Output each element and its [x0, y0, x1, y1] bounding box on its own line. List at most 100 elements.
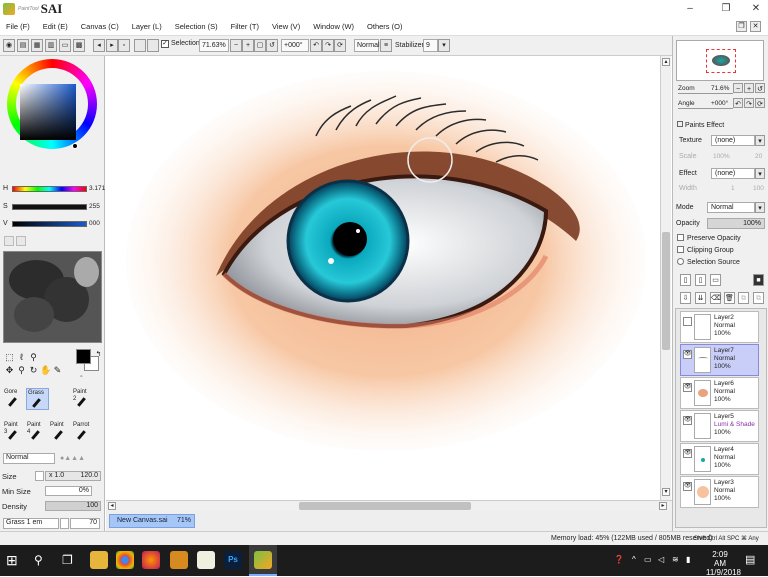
zoom-field[interactable]: 71.63% [199, 39, 229, 52]
minsize-slider[interactable]: 0% [45, 486, 92, 496]
nav-zoom-in-icon[interactable]: + [744, 83, 754, 93]
palette-icon[interactable]: ▦ [31, 39, 43, 52]
selection-source-checkbox[interactable]: Selection Source [677, 258, 740, 266]
merge-down-icon[interactable]: ⇊ [695, 292, 706, 304]
swatches-icon[interactable]: ▥ [45, 39, 57, 52]
menu-view[interactable]: View (V) [272, 22, 300, 31]
texture-select[interactable]: (none) [711, 135, 755, 146]
rotation-field[interactable]: +000° [281, 39, 309, 52]
app-icon[interactable] [197, 551, 215, 569]
horizontal-scroll-thumb[interactable] [299, 502, 471, 510]
layer-extra-icon[interactable]: ⧉ [738, 292, 749, 304]
task-view-icon[interactable]: ❐ [62, 551, 80, 569]
battery-icon[interactable]: ▮ [686, 555, 690, 564]
paints-effect-header[interactable]: Paints Effect [677, 121, 724, 129]
zoom-tool-icon[interactable]: ⚲ [16, 365, 27, 376]
scroll-right-icon[interactable]: ▸ [659, 502, 667, 510]
layer-visibility-icon[interactable]: 👁 [683, 482, 692, 491]
paint-tool-sai-taskbar-button[interactable] [249, 545, 277, 576]
transparent-color-icon[interactable]: ▫ [76, 372, 87, 383]
mdi-restore-button[interactable]: ❐ [736, 21, 747, 32]
nav-zoom-reset-icon[interactable]: ↺ [755, 83, 765, 93]
new-folder-icon[interactable]: ▭ [710, 274, 721, 286]
menu-others[interactable]: Others (O) [367, 22, 402, 31]
brush-slot-selected[interactable]: Grass [26, 388, 49, 410]
windows-start-icon[interactable]: ⊞ [6, 551, 24, 569]
color-picker-marker[interactable] [72, 143, 78, 149]
swatch-remove-icon[interactable] [16, 236, 26, 246]
rotate-left-icon[interactable]: ↶ [310, 39, 322, 52]
menu-file[interactable]: File (F) [6, 22, 30, 31]
new-layer-icon[interactable]: ▯ [680, 274, 691, 286]
mdi-close-button[interactable]: ✕ [750, 21, 761, 32]
primary-color-swatch-front[interactable] [76, 349, 91, 364]
scroll-up-icon[interactable]: ▴ [662, 58, 670, 66]
zoom-out-icon[interactable]: − [230, 39, 242, 52]
undo-icon[interactable]: ◂ [93, 39, 105, 52]
color-circle-icon[interactable]: ◉ [3, 39, 15, 52]
lasso-icon[interactable]: ℓ [16, 352, 27, 363]
layer-visibility-icon[interactable]: 👁 [683, 383, 692, 392]
size-slider[interactable]: x 1.0 120.0 [45, 471, 101, 481]
menu-layer[interactable]: Layer (L) [132, 22, 162, 31]
layer-visibility-icon[interactable]: 👁 [683, 416, 692, 425]
navigator-preview[interactable] [676, 40, 764, 81]
preserve-opacity-checkbox[interactable]: Preserve Opacity [677, 234, 741, 242]
rotate-reset-icon[interactable]: ⟳ [334, 39, 346, 52]
clipping-group-checkbox[interactable]: Clipping Group [677, 246, 734, 254]
invert-selection-icon[interactable] [134, 39, 146, 52]
network-icon[interactable]: ▭ [644, 555, 652, 564]
opacity-slider[interactable]: 100% [707, 218, 765, 229]
rotate-ccw-icon[interactable]: ↶ [733, 98, 743, 108]
maximize-button[interactable]: ❐ [716, 2, 736, 16]
swatch-add-icon[interactable] [4, 236, 14, 246]
new-vector-layer-icon[interactable]: ▯ [695, 274, 706, 286]
layer-mode-dropdown-icon[interactable]: ▾ [755, 202, 765, 213]
brush-slot[interactable]: Parrot [72, 421, 95, 443]
horizontal-scrollbar[interactable]: ◂ ▸ [106, 500, 672, 511]
layer-item[interactable]: 👁 Layer5 Lumi & Shade 100% [680, 410, 759, 442]
texture-toggle[interactable] [60, 518, 69, 529]
zoom-reset-icon[interactable]: ↺ [266, 39, 278, 52]
hue-slider[interactable] [12, 186, 87, 192]
brush-shape-icons[interactable]: ●▲▲▲ [60, 455, 85, 462]
scroll-down-icon[interactable]: ▾ [662, 488, 670, 496]
value-slider[interactable] [12, 221, 87, 227]
rotate-right-icon[interactable]: ↷ [322, 39, 334, 52]
flip-icon[interactable]: ≡ [380, 39, 392, 52]
saturation-value-square[interactable] [20, 84, 76, 140]
search-icon[interactable]: ⚲ [34, 551, 52, 569]
firefox-icon[interactable] [142, 551, 160, 569]
menu-edit[interactable]: Edit (E) [43, 22, 68, 31]
effect-select[interactable]: (none) [711, 168, 755, 179]
layer-item[interactable]: 👁 Layer3 Normal 100% [680, 476, 759, 508]
layer-item[interactable]: 👁 Layer6 Normal 100% [680, 377, 759, 409]
transfer-down-icon[interactable]: ⇩ [680, 292, 691, 304]
stabilizer-dropdown-icon[interactable]: ▾ [438, 39, 450, 52]
zoom-slider[interactable] [678, 93, 733, 94]
eyedropper-icon[interactable]: ✎ [52, 365, 63, 376]
texture-dropdown-icon[interactable]: ▾ [755, 135, 765, 146]
nav-zoom-out-icon[interactable]: − [733, 83, 743, 93]
vertical-scrollbar[interactable]: ▴ ▾ [660, 56, 671, 500]
scratchpad-icon[interactable]: ▭ [59, 39, 71, 52]
rotate-reset-icon[interactable]: ⟳ [755, 98, 765, 108]
layer-mask-icon[interactable]: ■ [753, 274, 764, 286]
help-icon[interactable]: ❓ [614, 555, 624, 564]
menu-selection[interactable]: Selection (S) [175, 22, 218, 31]
clear-layer-icon[interactable]: ⌫ [710, 292, 721, 304]
zoom-fit-icon[interactable]: ▢ [254, 39, 266, 52]
wifi-icon[interactable]: ≋ [672, 555, 679, 564]
angle-slider[interactable] [678, 108, 733, 109]
zoom-in-icon[interactable]: + [242, 39, 254, 52]
menu-window[interactable]: Window (W) [313, 22, 354, 31]
document-tab[interactable]: New Canvas.sai 71% [109, 514, 195, 528]
selection-checkbox[interactable]: ✓ Selection [161, 40, 200, 48]
clock[interactable]: 2:09 AM 11/9/2018 [706, 550, 741, 577]
blend-mode-select[interactable]: Normal [354, 39, 380, 52]
stabilizer-select[interactable]: 9 [423, 39, 438, 52]
swap-colors-icon[interactable]: ↰ [93, 349, 104, 360]
app-icon[interactable] [170, 551, 188, 569]
minimize-button[interactable]: – [680, 2, 700, 16]
layer-visibility-icon[interactable]: 👁 [683, 350, 692, 359]
